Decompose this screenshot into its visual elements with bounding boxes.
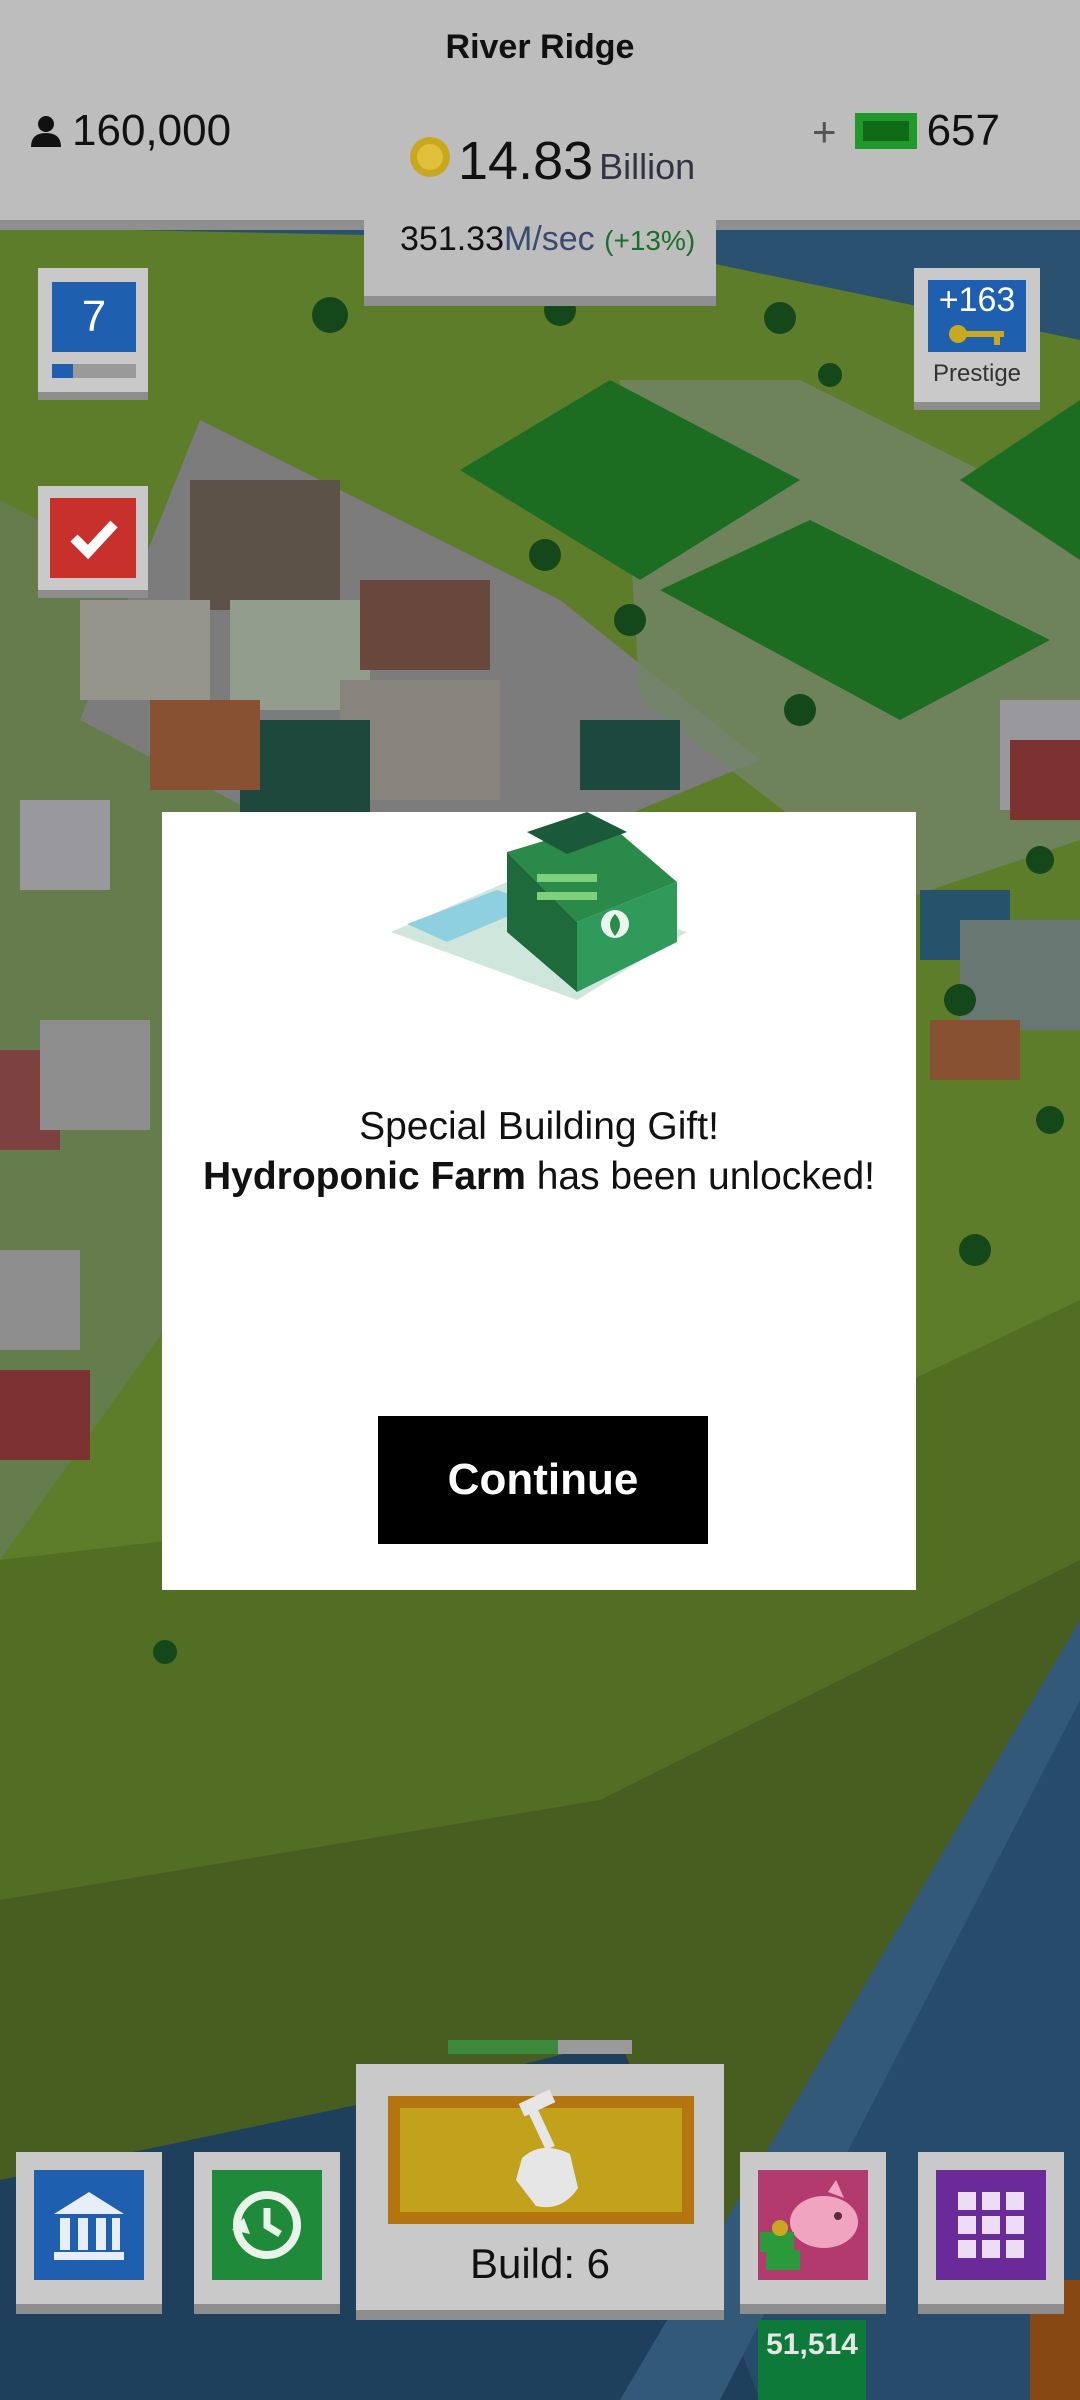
tasks-button[interactable] — [38, 486, 148, 598]
clock-icon — [232, 2191, 301, 2259]
piggy-bank-count: 51,514 — [758, 2320, 866, 2400]
person-icon — [31, 116, 61, 147]
key-icon — [949, 325, 1004, 345]
prestige-button[interactable]: +163 Prestige — [914, 268, 1040, 410]
coins-unit: Billion — [599, 146, 696, 187]
hammer-hand-icon — [516, 2089, 578, 2208]
piggy-bank-icon — [760, 2180, 858, 2270]
build-progress-fill — [448, 2040, 559, 2054]
time-boost-button[interactable] — [194, 2152, 340, 2314]
population-display: 160,000 — [28, 106, 231, 156]
prestige-badge: +163 — [928, 280, 1026, 352]
checkmark-icon — [50, 498, 136, 578]
rate-value: 351.33 — [400, 220, 504, 258]
piggy-bank-button[interactable] — [740, 2152, 886, 2314]
cash-display[interactable]: 657 — [854, 106, 1000, 156]
bank-icon — [54, 2192, 124, 2260]
income-rate: 351.33M/sec (+13%) — [400, 220, 695, 259]
prestige-value: +163 — [938, 281, 1016, 319]
level-progress-fill — [52, 364, 73, 378]
population-value: 160,000 — [72, 106, 232, 155]
rate-bonus: (+13%) — [604, 225, 696, 256]
prestige-label: Prestige — [932, 360, 1022, 387]
cash-value: 657 — [926, 106, 1000, 155]
build-count-label: Build: 6 — [469, 2240, 611, 2287]
hydroponic-farm-image — [391, 812, 687, 1000]
add-cash-button[interactable]: + — [812, 108, 837, 156]
coin-icon — [410, 137, 450, 177]
city-name[interactable]: River Ridge — [0, 28, 1080, 67]
banknote-icon — [854, 113, 917, 149]
unlock-suffix: has been unlocked! — [525, 1155, 875, 1198]
level-button[interactable]: 7 — [38, 268, 148, 400]
level-value: 7 — [52, 282, 136, 352]
build-panel: Build: 6 — [356, 2064, 724, 2320]
dialog-title: Special Building Gift! — [359, 1105, 719, 1148]
dialog-unlock-line: Hydroponic Farm has been unlocked! — [162, 1152, 916, 1202]
bank-button[interactable] — [16, 2152, 162, 2314]
gift-dialog: Special Building Gift! Hydroponic Farm h… — [162, 812, 916, 1590]
coins-amount: 14.83 — [458, 131, 594, 191]
grid-icon — [958, 2192, 1024, 2258]
level-progress-bar — [52, 364, 136, 378]
continue-button[interactable]: Continue — [378, 1416, 708, 1544]
rate-unit: M/sec — [504, 220, 595, 258]
dialog-message: Special Building Gift! Hydroponic Farm h… — [162, 1102, 916, 1202]
build-button[interactable] — [388, 2089, 694, 2224]
build-progress-bar — [448, 2040, 632, 2054]
coins-panel: 14.83 Billion 351.33M/sec (+13%) — [364, 120, 716, 306]
unlocked-building-name: Hydroponic Farm — [203, 1155, 526, 1198]
menu-grid-button[interactable] — [918, 2152, 1064, 2314]
